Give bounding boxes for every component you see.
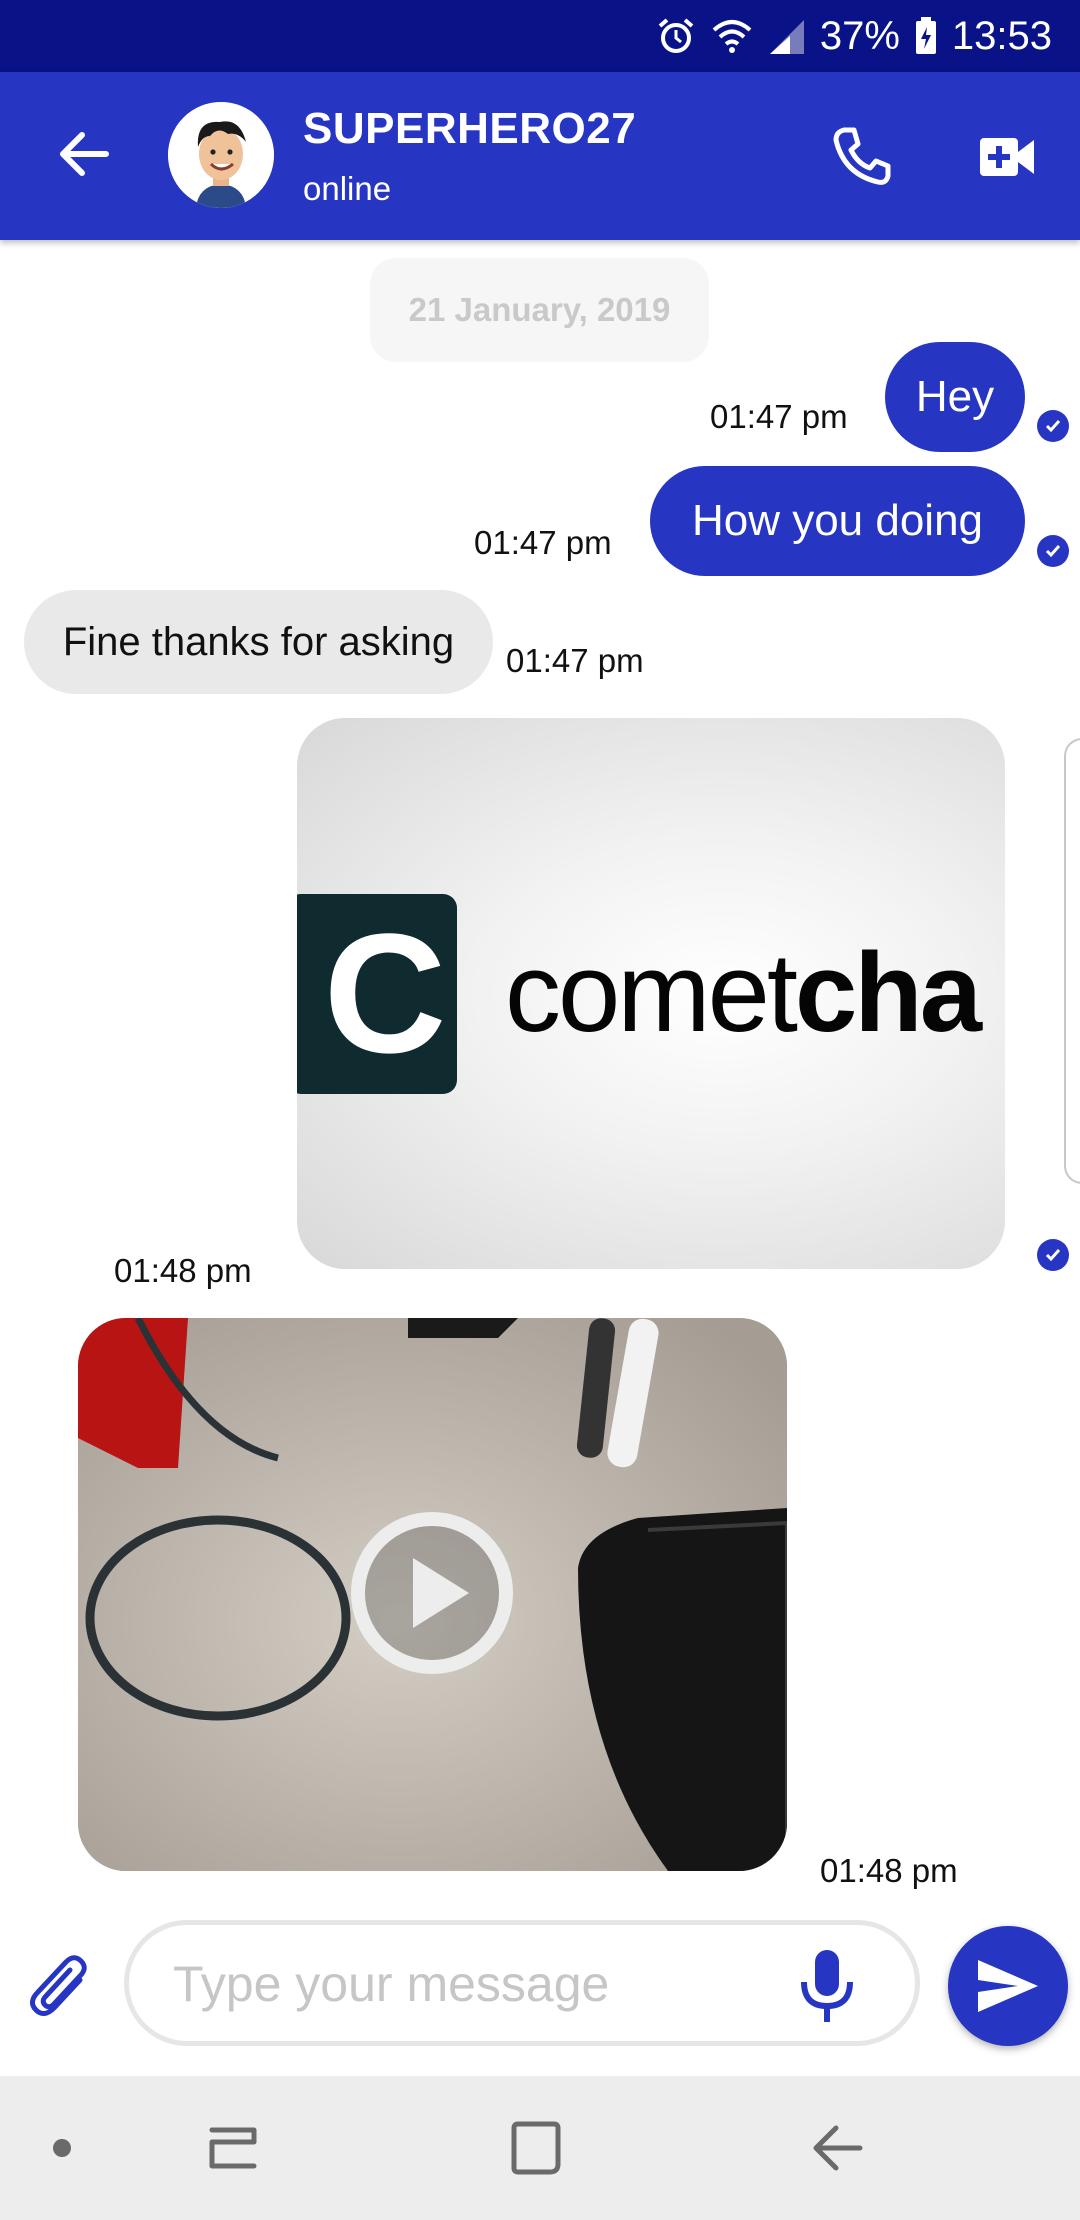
read-receipt-icon [1037,1239,1069,1271]
home-icon[interactable] [508,2120,562,2176]
avatar[interactable] [168,102,274,208]
send-button[interactable] [948,1926,1068,2046]
read-receipt-icon [1037,410,1069,442]
message-time: 01:47 pm [506,642,644,679]
message-input[interactable] [171,1925,775,2043]
video-call-icon[interactable] [978,132,1036,182]
back-icon[interactable] [810,2122,866,2174]
send-icon [978,1960,1038,2012]
battery-percentage: 37% [819,13,900,58]
logo-word-light: comet [505,930,798,1055]
logo-letter: C [323,899,447,1089]
image-message[interactable]: C cometcha [297,718,1005,1269]
nav-dot-icon[interactable] [52,2138,72,2158]
message-time: 01:47 pm [474,524,612,561]
read-receipt-icon [1037,535,1069,567]
chat-header: SUPERHERO27 online [0,72,1080,240]
play-icon[interactable] [347,1508,517,1678]
attach-icon[interactable] [28,1950,92,2022]
status-bar: 37% 13:53 [0,0,1080,72]
message-time: 01:47 pm [710,398,848,435]
message-time: 01:48 pm [820,1852,958,1889]
logo-wordmark: cometcha [505,928,982,1057]
phone-icon[interactable] [830,124,894,188]
outgoing-message-bubble[interactable]: How you doing [650,466,1025,576]
logo-word-bold: cha [795,930,982,1055]
microphone-icon[interactable] [792,1948,862,2028]
wifi-icon [712,20,752,53]
back-arrow-icon[interactable] [52,122,116,186]
message-time: 01:48 pm [114,1252,252,1289]
outgoing-message-bubble[interactable]: Hey [885,342,1025,452]
recent-apps-icon[interactable] [206,2124,258,2172]
battery-charging-icon [915,17,936,54]
contact-name: SUPERHERO27 [303,104,637,153]
signal-icon [769,20,804,54]
scroll-edge-indicator [1064,738,1080,1184]
contact-status: online [303,170,392,207]
alarm-icon [658,18,694,53]
incoming-message-bubble[interactable]: Fine thanks for asking [24,590,493,694]
video-message[interactable] [78,1318,787,1871]
date-separator: 21 January, 2019 [370,258,709,362]
status-time: 13:53 [951,13,1052,58]
system-navigation-bar [0,2076,1080,2220]
